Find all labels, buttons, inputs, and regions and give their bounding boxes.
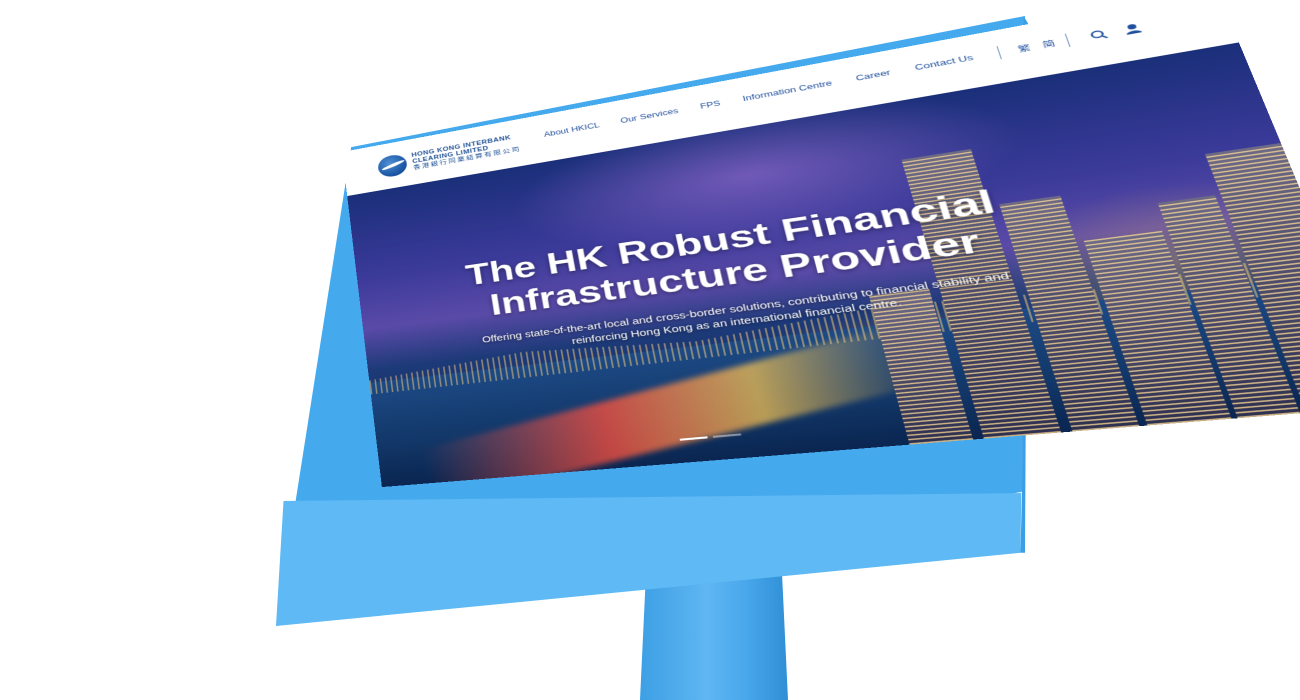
lang-simplified-chinese[interactable]: 简 bbox=[1041, 38, 1057, 50]
nav-divider bbox=[997, 46, 1002, 59]
nav-item-fps[interactable]: FPS bbox=[699, 99, 721, 110]
monitor-stand bbox=[640, 575, 788, 700]
nav-item-contact[interactable]: Contact Us bbox=[914, 53, 974, 72]
nav-item-career[interactable]: Career bbox=[855, 68, 892, 82]
website-screen: HONG KONG INTERBANK CLEARING LIMITED 香港銀… bbox=[342, 0, 1300, 487]
logo-icon bbox=[377, 153, 408, 179]
nav-item-services[interactable]: Our Services bbox=[620, 107, 679, 125]
search-icon[interactable] bbox=[1085, 26, 1113, 43]
nav-item-information-centre[interactable]: Information Centre bbox=[742, 79, 833, 103]
nav-divider-2 bbox=[1065, 34, 1071, 47]
user-icon[interactable] bbox=[1119, 20, 1148, 38]
nav-item-about[interactable]: About HKICL bbox=[543, 121, 600, 139]
lang-traditional-chinese[interactable]: 繁 bbox=[1016, 42, 1032, 54]
